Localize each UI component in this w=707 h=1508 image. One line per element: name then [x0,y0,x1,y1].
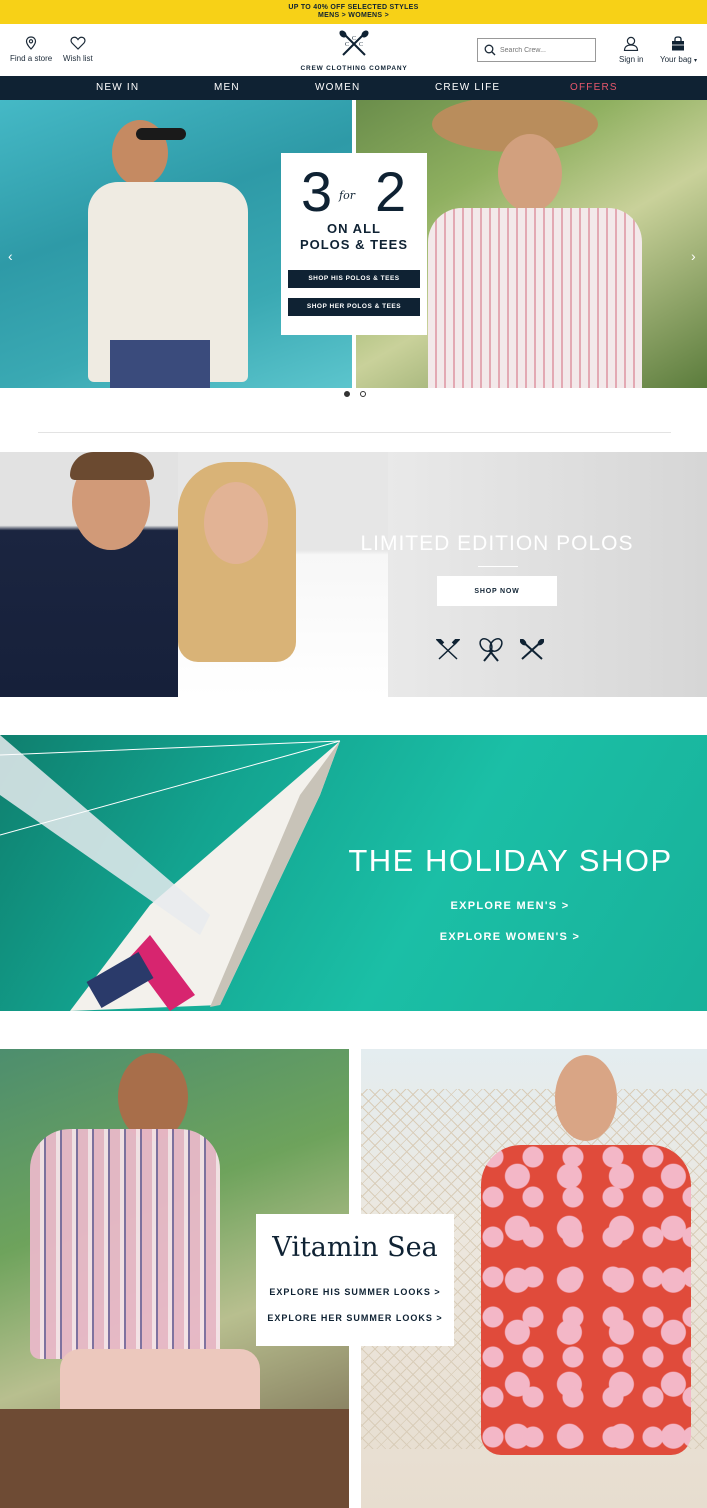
search-icon[interactable] [484,44,496,56]
brand-name: CREW CLOTHING COMPANY [300,65,408,72]
crossed-oars-logo: C C C [339,30,369,56]
offer-line-1: ON ALL [327,221,381,236]
three-numeral: 3 [301,160,333,223]
nav-crew-life[interactable]: CREW LIFE [435,82,500,93]
model-shorts [110,340,210,388]
chevron-down-icon: ▾ [693,58,697,64]
man-navy-polo-image [0,452,195,697]
nav-women[interactable]: WOMEN [315,82,360,93]
model-figure [204,482,268,564]
find-store-link[interactable]: Find a store [10,36,52,63]
limited-edition-banner[interactable]: LIMITED EDITION POLOS [0,452,707,697]
limited-edition-title: LIMITED EDITION POLOS [360,532,634,555]
search-box[interactable] [477,38,596,62]
search-input[interactable] [500,42,592,58]
your-bag-link[interactable]: Your bag ▾ [660,36,697,64]
wish-list-link[interactable]: Wish list [63,36,93,63]
carousel-dot-2[interactable] [360,391,366,397]
model-check-shirt [30,1129,220,1359]
three-for-two-heading: 3 for 2 [281,163,427,221]
explore-her-summer-link[interactable]: EXPLORE HER SUMMER LOOKS > [256,1313,454,1323]
explore-his-summer-link[interactable]: EXPLORE HIS SUMMER LOOKS > [256,1287,454,1297]
your-bag-text: Your bag [660,55,692,64]
shop-his-polos-button[interactable]: SHOP HIS POLOS & TEES [288,270,420,288]
wish-list-label: Wish list [63,54,93,63]
carousel-dot-1[interactable] [344,391,350,397]
wooden-rail [0,1409,349,1508]
promo-bar: UP TO 40% OFF SELECTED STYLES MENS > WOM… [0,0,707,24]
your-bag-label: Your bag ▾ [660,55,697,64]
sailboat-image [0,735,341,1011]
model-sunglasses [136,128,186,140]
crossed-mallets-icon [436,639,460,660]
nav-offers[interactable]: OFFERS [570,82,618,93]
model-striped-top [428,208,642,388]
svg-text:C: C [359,42,363,48]
section-divider [38,432,671,433]
svg-text:C: C [345,42,349,48]
vitamin-sea-title: Vitamin Sea [272,1232,438,1263]
offer-line-2: POLOS & TEES [299,237,409,252]
model-figure [118,1053,188,1141]
nav-men[interactable]: MEN [214,82,240,93]
shop-her-polos-button[interactable]: SHOP HER POLOS & TEES [288,298,420,316]
model-paisley-top [481,1145,691,1455]
main-nav: NEW IN MEN WOMEN CREW LIFE OFFERS [0,76,707,100]
find-store-label: Find a store [10,54,53,63]
chevron-right-icon[interactable]: › [691,248,696,264]
carousel-dots [341,391,371,399]
crossed-rackets-icon [479,637,503,662]
two-numeral: 2 [375,160,407,223]
site-header: Find a store Wish list C C C CREW CLOTHI… [0,24,707,76]
sign-in-link[interactable]: Sign in [619,36,643,64]
explore-mens-link[interactable]: EXPLORE MEN'S > [400,900,620,912]
promo-headline: UP TO 40% OFF SELECTED STYLES [288,4,419,11]
brand-logo[interactable]: C C C CREW CLOTHING COMPANY [292,30,416,72]
nav-new-in[interactable]: NEW IN [96,82,139,93]
location-pin-icon [26,36,37,50]
holiday-shop-title: THE HOLIDAY SHOP [348,843,673,878]
model-figure [555,1055,617,1141]
sign-in-label: Sign in [619,55,644,64]
promo-links[interactable]: MENS > WOMENS > [0,12,707,20]
for-script: for [339,189,355,202]
hero-offer-card: 3 for 2 ON ALL POLOS & TEES SHOP HIS POL… [281,153,427,335]
model-figure [498,134,562,212]
woman-white-polo-image [178,452,388,697]
svg-text:C: C [352,36,356,42]
user-icon [624,36,639,52]
shop-now-button[interactable]: SHOP NOW [437,576,557,606]
bag-icon [672,36,685,51]
crossed-oars-icon [520,639,544,660]
hero-carousel: 3 for 2 ON ALL POLOS & TEES SHOP HIS POL… [0,100,707,388]
title-underline [478,566,518,567]
holiday-shop-banner[interactable]: THE HOLIDAY SHOP EXPLORE MEN'S > EXPLORE… [0,735,707,1011]
heart-icon [70,36,86,50]
vitamin-sea-card: Vitamin Sea EXPLORE HIS SUMMER LOOKS > E… [256,1214,454,1346]
explore-womens-link[interactable]: EXPLORE WOMEN'S > [400,931,620,943]
model-hair [70,452,154,480]
chevron-left-icon[interactable]: ‹ [8,248,13,264]
